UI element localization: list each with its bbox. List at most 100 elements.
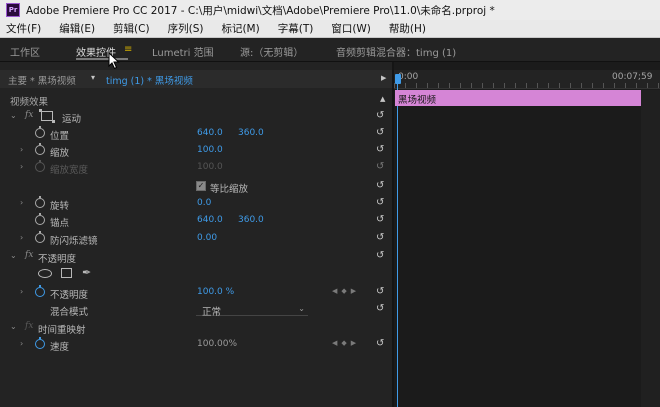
reset-icon[interactable]: ↺ — [376, 180, 384, 191]
stopwatch-icon[interactable] — [35, 213, 45, 225]
reset-icon[interactable]: ↺ — [376, 144, 384, 155]
opacity-value[interactable]: 100.0 % — [197, 287, 234, 297]
anti-flicker-value[interactable]: 0.00 — [197, 233, 217, 243]
effect-name: 运动 — [62, 114, 82, 125]
reset-icon[interactable]: ↺ — [376, 303, 384, 314]
rotation-value[interactable]: 0.0 — [197, 198, 211, 208]
anchor-x-value[interactable]: 640.0 — [197, 215, 223, 225]
position-y-value[interactable]: 360.0 — [238, 128, 264, 138]
active-tab-indicator — [76, 58, 128, 60]
rectangle-mask-icon[interactable] — [61, 268, 72, 278]
ruler-end-time: 00:07;59 — [612, 72, 653, 82]
effect-name: 时间重映射 — [38, 325, 86, 336]
chevron-right-icon[interactable]: › — [20, 198, 23, 207]
stopwatch-icon[interactable] — [35, 337, 45, 349]
chevron-right-icon[interactable]: › — [20, 145, 23, 154]
stopwatch-icon[interactable] — [35, 143, 45, 155]
menu-help[interactable]: 帮助(H) — [383, 21, 426, 36]
chevron-down-icon: ⌄ — [298, 304, 305, 313]
speed-value[interactable]: 100.00% — [197, 339, 237, 349]
mouse-cursor-icon — [108, 52, 120, 70]
chevron-right-icon[interactable]: › — [20, 287, 23, 296]
play-triangle-icon[interactable]: ▶ — [381, 74, 386, 82]
stopwatch-icon — [35, 160, 45, 172]
stopwatch-icon[interactable] — [35, 285, 45, 297]
param-scale-width: › 缩放宽度 100.0 ↺ — [0, 159, 392, 176]
collapse-up-icon[interactable]: ▲ — [380, 95, 385, 103]
tab-source[interactable]: 源:（无剪辑） — [240, 44, 303, 59]
reset-icon[interactable]: ↺ — [376, 338, 384, 349]
chevron-right-icon: › — [20, 162, 24, 171]
param-blend-mode: 混合模式 正常 ⌄ ↺ — [0, 301, 392, 318]
pen-mask-icon[interactable]: ✒ — [82, 266, 91, 279]
menu-sequence[interactable]: 序列(S) — [162, 21, 204, 36]
param-label: 锚点 — [50, 218, 70, 229]
reset-icon[interactable]: ↺ — [376, 127, 384, 138]
param-label: 缩放宽度 — [50, 165, 89, 176]
reset-icon[interactable]: ↺ — [376, 110, 384, 121]
effect-motion[interactable]: ⌄ fx 运动 ↺ — [0, 108, 392, 125]
reset-icon[interactable]: ↺ — [376, 197, 384, 208]
master-clip-label[interactable]: 主要 * 黑场视频 — [8, 73, 76, 87]
param-speed: › 速度 100.00% ◀◆▶ ↺ — [0, 336, 392, 353]
ellipse-mask-icon[interactable] — [38, 269, 52, 278]
premiere-logo-icon: Pr — [6, 3, 20, 17]
menu-marker[interactable]: 标记(M) — [215, 21, 259, 36]
param-label: 防闪烁滤镜 — [50, 236, 98, 247]
timeline-empty-area — [641, 90, 660, 407]
param-rotation: › 旋转 0.0 ↺ — [0, 195, 392, 212]
transform-box-icon[interactable] — [39, 109, 55, 123]
blend-mode-dropdown[interactable]: 正常 ⌄ — [196, 303, 308, 318]
chevron-right-icon[interactable]: › — [20, 233, 23, 242]
playhead-handle[interactable] — [395, 74, 401, 84]
param-label: 混合模式 — [50, 307, 89, 318]
param-uniform-scale: ✓ 等比缩放 ↺ — [0, 178, 392, 195]
param-opacity: › 不透明度 100.0 % ◀◆▶ ↺ — [0, 284, 392, 301]
chevron-right-icon[interactable]: › — [20, 339, 23, 348]
fx-icon[interactable]: fx — [25, 110, 33, 120]
anchor-y-value[interactable]: 360.0 — [238, 215, 264, 225]
reset-icon[interactable]: ↺ — [376, 214, 384, 225]
stopwatch-icon[interactable] — [35, 231, 45, 243]
menu-window[interactable]: 窗口(W) — [325, 21, 371, 36]
chevron-down-icon[interactable]: ▾ — [91, 73, 95, 82]
scale-value[interactable]: 100.0 — [197, 145, 223, 155]
sequence-clip-label[interactable]: timg (1) * 黑场视频 — [106, 73, 193, 87]
chevron-down-icon[interactable]: ⌄ — [10, 111, 17, 120]
stopwatch-icon[interactable] — [35, 126, 45, 138]
effect-opacity[interactable]: ⌄ fx 不透明度 ↺ — [0, 248, 392, 265]
fx-icon: fx — [25, 321, 34, 331]
param-anti-flicker: › 防闪烁滤镜 0.00 ↺ — [0, 230, 392, 247]
menu-file[interactable]: 文件(F) — [0, 21, 41, 36]
position-x-value[interactable]: 640.0 — [197, 128, 223, 138]
reset-icon[interactable]: ↺ — [376, 250, 384, 261]
reset-icon[interactable]: ↺ — [376, 232, 384, 243]
panel-tab-bar: 工作区 效果控件 ≡ Lumetri 范围 源:（无剪辑） 音频剪辑混合器：ti… — [0, 38, 660, 62]
param-label: 不透明度 — [50, 290, 89, 301]
tab-workspace[interactable]: 工作区 — [10, 44, 40, 59]
playhead-line — [397, 84, 398, 407]
time-ruler[interactable]: 0:00 00:07;59 — [394, 70, 660, 89]
menu-title[interactable]: 字幕(T) — [272, 21, 314, 36]
effect-time-remapping[interactable]: ⌄ fx 时间重映射 — [0, 319, 392, 336]
stopwatch-icon[interactable] — [35, 196, 45, 208]
uniform-scale-checkbox[interactable]: ✓ — [196, 181, 206, 191]
param-label: 旋转 — [50, 201, 70, 212]
param-position: 位置 640.0 360.0 ↺ — [0, 125, 392, 142]
timeline-clip[interactable]: 黑场视频 — [395, 90, 641, 106]
param-label: 速度 — [50, 342, 70, 353]
param-label: 位置 — [50, 131, 70, 142]
menu-edit[interactable]: 编辑(E) — [53, 21, 95, 36]
chevron-down-icon[interactable]: ⌄ — [10, 322, 17, 331]
tab-lumetri-scopes[interactable]: Lumetri 范围 — [152, 44, 214, 59]
tab-audio-clip-mixer[interactable]: 音频剪辑混合器：timg (1) — [336, 44, 456, 59]
menu-clip[interactable]: 剪辑(C) — [107, 21, 150, 36]
menu-bar: 文件(F) 编辑(E) 剪辑(C) 序列(S) 标记(M) 字幕(T) 窗口(W… — [0, 20, 660, 38]
reset-icon[interactable]: ↺ — [376, 286, 384, 297]
keyframe-navigator-icon[interactable]: ◀◆▶ — [332, 339, 360, 347]
fx-icon[interactable]: fx — [25, 250, 33, 260]
panel-menu-icon[interactable]: ≡ — [124, 44, 132, 55]
keyframe-navigator-icon[interactable]: ◀◆▶ — [332, 287, 360, 295]
window-title: Adobe Premiere Pro CC 2017 - C:\用户\midwi… — [26, 4, 495, 17]
chevron-down-icon[interactable]: ⌄ — [10, 251, 17, 260]
